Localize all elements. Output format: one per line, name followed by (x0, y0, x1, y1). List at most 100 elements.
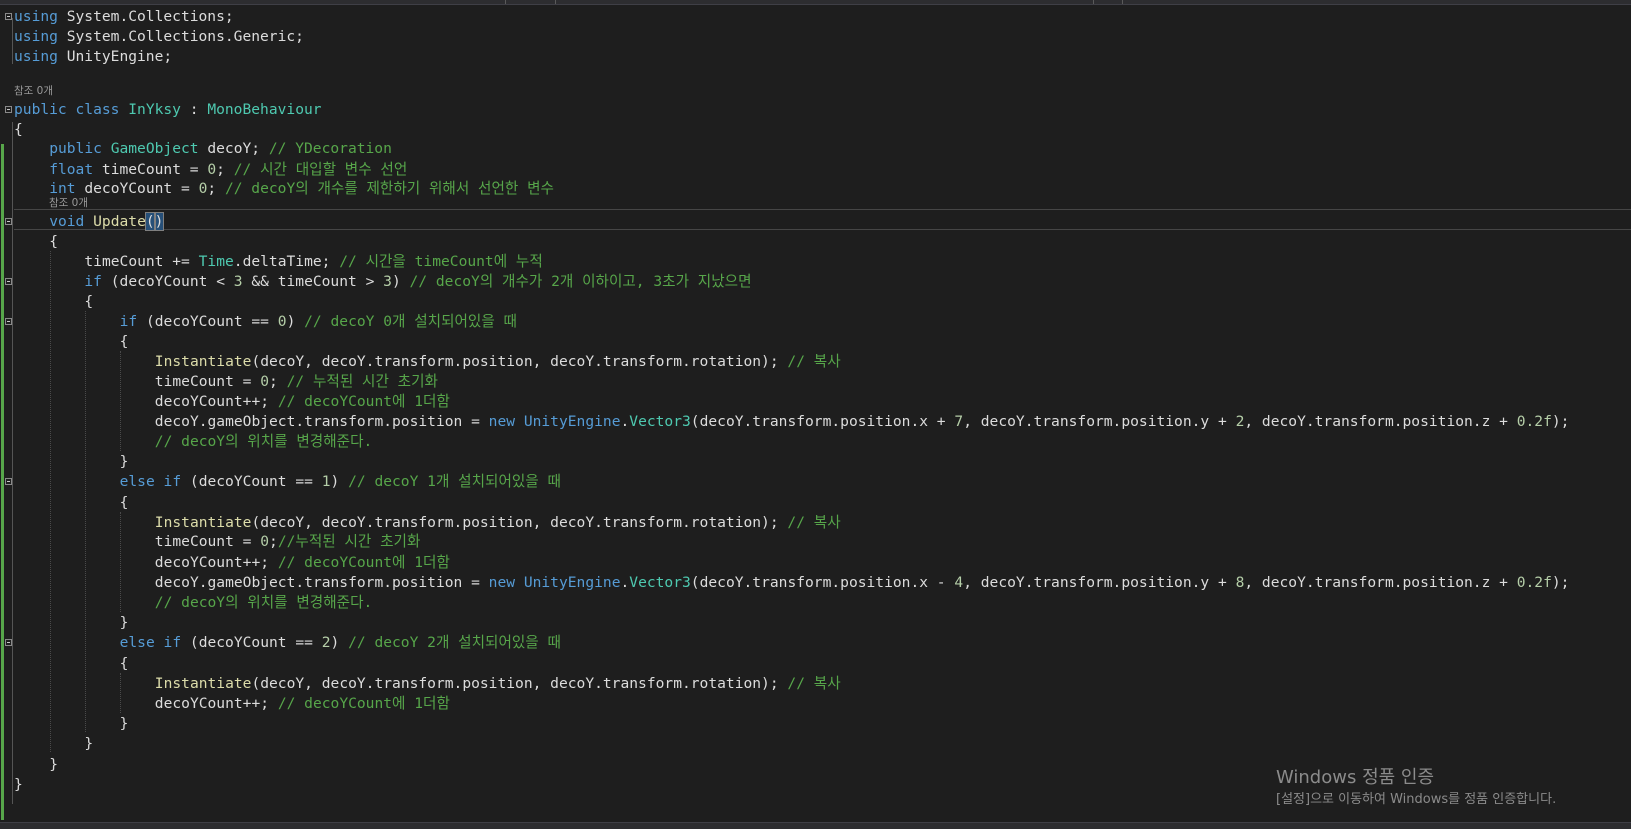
code-line[interactable]: using System.Collections; (14, 6, 234, 27)
code-line[interactable]: } (14, 774, 23, 795)
editor-margin (0, 4, 13, 822)
fold-toggle-icon[interactable] (5, 106, 12, 113)
code-line[interactable]: void Update() (49, 211, 165, 232)
code-token: } (119, 453, 129, 470)
code-line[interactable]: decoYCount++; // decoYCount에 1더함 (155, 693, 450, 714)
code-line[interactable]: using UnityEngine; (14, 46, 172, 67)
change-tracking-bar (1, 144, 4, 820)
code-token: new (488, 574, 516, 591)
codelens-references[interactable]: 참조 0개 (49, 196, 88, 210)
code-line[interactable]: decoY.gameObject.transform.position = ne… (155, 572, 1570, 593)
code-line[interactable]: timeCount = 0;//누적된 시간 초기화 (155, 531, 421, 552)
code-token: . (620, 574, 630, 591)
code-token: ) (330, 473, 349, 490)
code-token: // decoYCount에 1더함 (277, 393, 450, 410)
code-line[interactable]: if (decoYCount < 3 && timeCount > 3) // … (84, 271, 751, 292)
code-line[interactable]: public GameObject decoY; // YDecoration (49, 138, 392, 159)
code-token: public (49, 140, 102, 157)
code-token: // decoY의 위치를 변경해준다. (154, 433, 373, 450)
code-line[interactable]: // decoY의 위치를 변경해준다. (155, 431, 373, 452)
code-line[interactable]: { (84, 291, 93, 312)
code-line[interactable]: if (decoYCount == 0) // decoY 0개 설치되어있을 … (120, 311, 517, 332)
code-line[interactable]: decoY.gameObject.transform.position = ne… (155, 411, 1570, 432)
code-token: timeCount = (93, 161, 208, 178)
code-token: // decoY 0개 설치되어있을 때 (304, 313, 517, 330)
indent-guide (50, 251, 51, 752)
code-token: 3 (383, 273, 392, 290)
fold-toggle-icon[interactable] (5, 13, 12, 20)
code-line[interactable]: float timeCount = 0; // 시간 대입할 변수 선언 (49, 159, 407, 180)
code-line[interactable]: Instantiate(decoY, decoY.transform.posit… (155, 673, 841, 694)
code-token: // decoYCount에 1더함 (277, 695, 450, 712)
code-line[interactable]: Instantiate(decoY, decoY.transform.posit… (155, 512, 841, 533)
code-token: && timeCount > (242, 273, 384, 290)
code-line[interactable]: { (120, 653, 129, 674)
code-line[interactable]: else if (decoYCount == 1) // decoY 1개 설치… (120, 471, 561, 492)
code-token: System.Collections; (57, 8, 234, 25)
code-token: // 시간을 timeCount에 누적 (339, 253, 543, 270)
fold-toggle-icon[interactable] (5, 278, 12, 285)
code-token: public (14, 101, 67, 118)
code-token: 2 (321, 634, 331, 651)
code-token: } (14, 776, 23, 793)
code-token: // YDecoration (268, 140, 392, 157)
code-line[interactable]: public class InYksy : MonoBehaviour (14, 99, 322, 120)
code-line[interactable]: else if (decoYCount == 2) // decoY 2개 설치… (120, 632, 561, 653)
code-token: ( (144, 212, 156, 231)
code-line[interactable]: } (84, 733, 93, 754)
code-line[interactable]: { (120, 492, 129, 513)
code-token: 1 (321, 473, 331, 490)
code-token: : (180, 101, 208, 118)
code-token: (decoY, decoY.transform.position, decoY.… (251, 514, 788, 531)
code-token: } (84, 735, 94, 752)
code-line[interactable]: int decoYCount = 0; // decoY의 개수를 제한하기 위… (49, 178, 554, 199)
fold-toggle-icon[interactable] (5, 218, 12, 225)
code-line[interactable]: } (120, 612, 129, 633)
code-line[interactable]: timeCount = 0; // 누적된 시간 초기화 (155, 371, 438, 392)
code-line[interactable]: } (120, 713, 129, 734)
code-line[interactable]: } (120, 451, 129, 472)
code-token: // 복사 (787, 675, 841, 692)
code-token: ); (1551, 413, 1570, 430)
code-token: Instantiate (154, 353, 252, 370)
code-token: 0 (260, 533, 270, 550)
code-line[interactable]: decoYCount++; // decoYCount에 1더함 (155, 391, 450, 412)
code-line[interactable]: { (120, 331, 129, 352)
watermark-title: Windows 정품 인증 (1276, 767, 1435, 788)
code-token: , decoY.transform.position.y + (963, 413, 1236, 430)
code-token: decoYCount++; (154, 393, 278, 410)
indent-guide (120, 512, 121, 612)
code-line[interactable]: // decoY의 위치를 변경해준다. (155, 592, 373, 613)
code-line[interactable]: Instantiate(decoY, decoY.transform.posit… (155, 351, 841, 372)
code-line[interactable]: } (49, 754, 58, 775)
fold-toggle-icon[interactable] (5, 318, 12, 325)
code-editor[interactable]: using System.Collections; using System.Co… (0, 4, 1631, 822)
fold-toggle-icon[interactable] (5, 639, 12, 646)
code-token: ; (269, 533, 278, 550)
code-token: decoY.gameObject.transform.position = (154, 413, 489, 430)
code-token: GameObject (110, 140, 199, 157)
indent-guide (120, 673, 121, 713)
code-line[interactable]: timeCount += Time.deltaTime; // 시간을 time… (84, 251, 542, 272)
code-token: UnityEngine (523, 413, 621, 430)
code-token: { (14, 121, 23, 138)
code-token: 0 (277, 313, 287, 330)
code-token: 4 (954, 574, 964, 591)
code-token: void (49, 213, 85, 230)
code-line[interactable]: { (14, 119, 23, 140)
code-token: System.Collections.Generic; (57, 28, 304, 45)
code-token: , decoY.transform.position.z + (1244, 413, 1517, 430)
indent-guide (120, 351, 121, 451)
fold-toggle-icon[interactable] (5, 478, 12, 485)
code-token: (decoYCount == (137, 313, 278, 330)
code-line[interactable]: { (49, 231, 58, 252)
code-token: decoY.gameObject.transform.position = (154, 574, 489, 591)
code-line[interactable]: using System.Collections.Generic; (14, 26, 304, 47)
code-line[interactable]: decoYCount++; // decoYCount에 1더함 (155, 552, 450, 573)
codelens-references[interactable]: 참조 0개 (14, 84, 53, 98)
code-token: } (119, 715, 129, 732)
